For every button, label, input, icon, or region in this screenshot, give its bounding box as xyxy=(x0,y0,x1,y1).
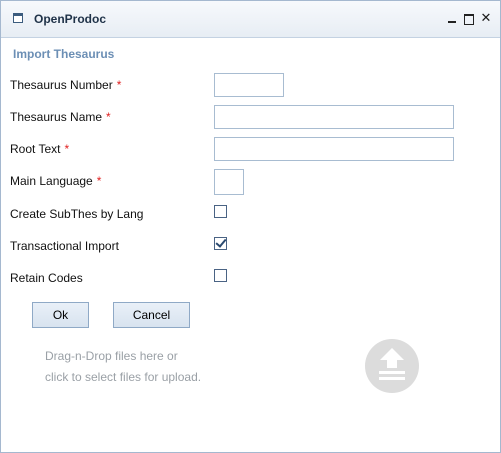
main-language-input[interactable] xyxy=(214,169,244,195)
label-text: Thesaurus Number xyxy=(10,78,113,92)
minimize-icon[interactable] xyxy=(446,11,458,25)
root-text-input[interactable] xyxy=(214,137,454,161)
required-marker: * xyxy=(106,110,111,124)
main-language-label: Main Language * xyxy=(10,174,101,188)
ok-button[interactable]: Ok xyxy=(32,302,89,328)
label-text: Root Text xyxy=(10,142,61,156)
thesaurus-number-input[interactable] xyxy=(214,73,284,97)
upload-arrow-head xyxy=(380,348,404,360)
window-icon xyxy=(13,13,23,23)
upload-bar xyxy=(379,377,405,380)
upload-arrow-stem xyxy=(387,360,397,368)
upload-bar xyxy=(379,371,405,374)
required-marker: * xyxy=(116,78,122,92)
required-marker: * xyxy=(64,142,70,156)
dropzone-line-2: click to select files for upload. xyxy=(45,370,202,384)
window-title: OpenProdoc xyxy=(34,12,107,26)
thesaurus-number-label: Thesaurus Number * xyxy=(10,78,121,92)
upload-dropzone[interactable]: Drag-n-Drop files here or click to selec… xyxy=(45,346,275,388)
cancel-button[interactable]: Cancel xyxy=(113,302,190,328)
transactional-import-checkbox[interactable] xyxy=(214,237,227,250)
title-bar[interactable]: OpenProdoc ✕ xyxy=(1,1,500,38)
label-text: Main Language xyxy=(10,174,93,188)
retain-codes-checkbox[interactable] xyxy=(214,269,227,282)
maximize-icon[interactable] xyxy=(463,11,475,25)
thesaurus-name-input[interactable] xyxy=(214,105,454,129)
create-subthes-checkbox[interactable] xyxy=(214,205,227,218)
root-text-label: Root Text * xyxy=(10,142,69,156)
dialog-window: OpenProdoc ✕ Import Thesaurus Thesaurus … xyxy=(0,0,501,453)
upload-icon[interactable] xyxy=(365,339,419,393)
label-text: Thesaurus Name xyxy=(10,110,103,124)
thesaurus-name-label: Thesaurus Name * xyxy=(10,110,111,124)
required-marker: * xyxy=(96,174,102,188)
create-subthes-label: Create SubThes by Lang xyxy=(10,207,144,221)
form-title: Import Thesaurus xyxy=(13,47,115,61)
close-icon[interactable]: ✕ xyxy=(480,11,492,25)
retain-codes-label: Retain Codes xyxy=(10,271,83,285)
transactional-import-label: Transactional Import xyxy=(10,239,119,253)
dropzone-line-1: Drag-n-Drop files here or xyxy=(45,349,178,363)
